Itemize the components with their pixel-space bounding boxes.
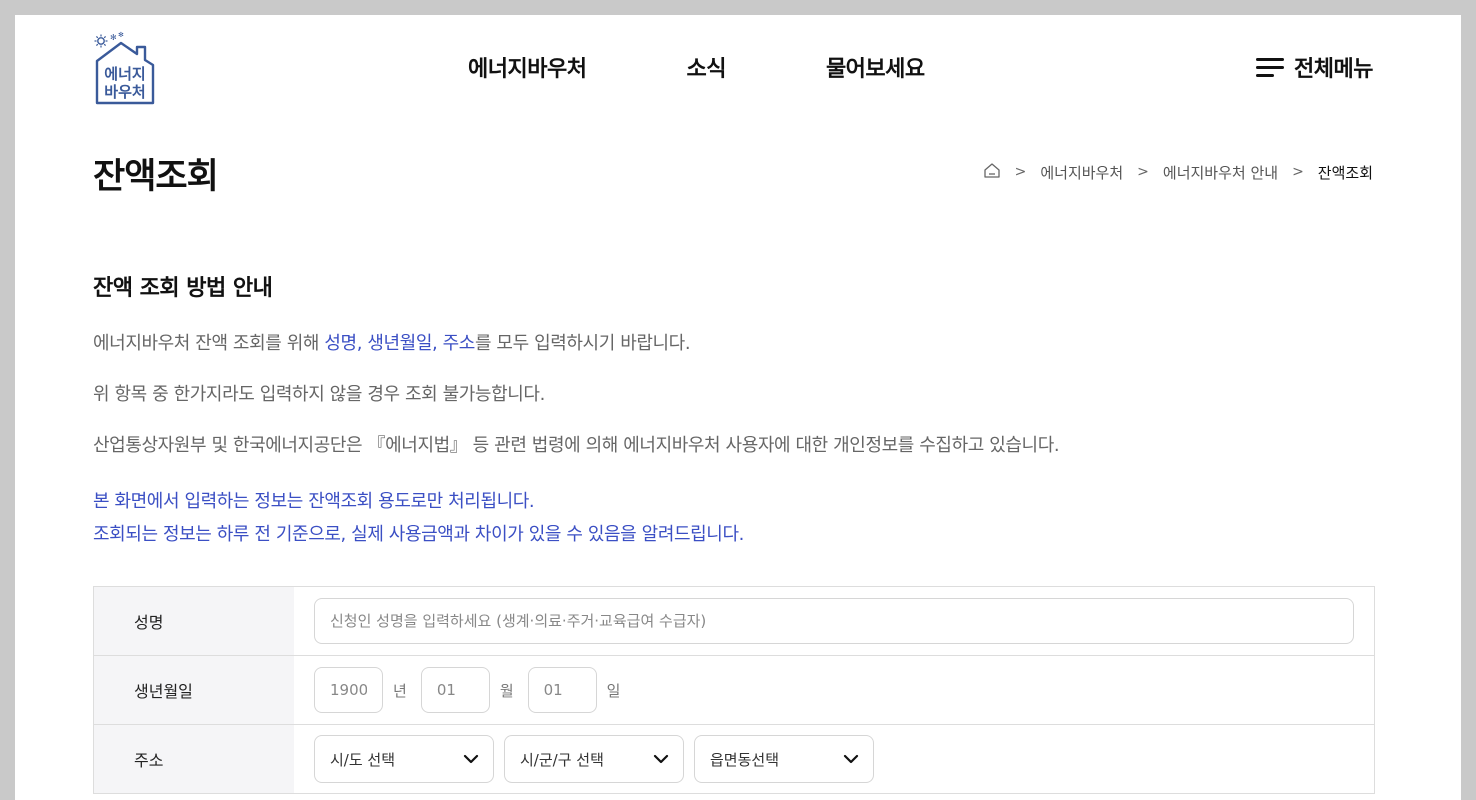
form-row-address: 주소 시/도 선택 시/군/구 선택 읍면동선택: [94, 725, 1374, 794]
svg-text:✻: ✻: [118, 31, 124, 39]
breadcrumb: > 에너지바우처 > 에너지바우처 안내 > 잔액조회: [983, 161, 1373, 183]
sido-select-value: 시/도 선택: [330, 750, 396, 769]
header: ✻ ✻ 에너지 바우처 에너지바우처 소식 물어보세요 전체메뉴: [93, 15, 1373, 125]
birth-label: 생년월일: [94, 656, 294, 724]
chevron-down-icon: [843, 754, 859, 764]
guide-paragraph-1: 에너지바우처 잔액 조회를 위해 성명, 생년월일, 주소를 모두 입력하시기 …: [93, 333, 691, 354]
birth-month-input[interactable]: [420, 667, 490, 713]
sigungu-select-value: 시/군/구 선택: [520, 750, 604, 769]
chevron-right-icon: >: [1014, 164, 1027, 180]
main-nav: 에너지바우처 소식 물어보세요: [468, 51, 925, 83]
year-unit: 년: [393, 681, 407, 700]
nav-news[interactable]: 소식: [686, 51, 726, 83]
chevron-down-icon: [653, 754, 669, 764]
all-menu-label: 전체메뉴: [1294, 57, 1373, 82]
breadcrumb-item-current: 잔액조회: [1317, 163, 1373, 182]
birth-day-input[interactable]: [527, 667, 597, 713]
guide-heading: 잔액 조회 방법 안내: [93, 276, 273, 301]
logo-text-line1: 에너지: [104, 65, 145, 83]
day-unit: 일: [606, 681, 621, 700]
name-label: 성명: [94, 587, 294, 655]
breadcrumb-item-voucher[interactable]: 에너지바우처: [1040, 162, 1123, 183]
eupmyeondong-select-value: 읍면동선택: [710, 750, 780, 769]
hamburger-icon: [1256, 57, 1285, 77]
balance-form: 성명 생년월일 년 월 일 주소 시/도 선택: [93, 586, 1375, 794]
sigungu-select[interactable]: 시/군/구 선택: [504, 735, 684, 783]
chevron-right-icon: >: [1137, 164, 1149, 180]
nav-energy-voucher[interactable]: 에너지바우처: [468, 51, 587, 83]
all-menu-button[interactable]: 전체메뉴: [1256, 51, 1373, 83]
logo-house-icon: ✻ ✻ 에너지 바우처: [94, 31, 155, 105]
name-input[interactable]: [314, 598, 1354, 644]
guide-notice: 본 화면에서 입력하는 정보는 잔액조회 용도로만 처리됩니다. 조회되는 정보는…: [93, 491, 744, 545]
form-row-birth: 생년월일 년 월 일: [94, 656, 1374, 725]
title-row: 잔액조회 > 에너지바우처 > 에너지바우처 안내 > 잔액조회: [93, 145, 1373, 205]
guide-paragraph-3: 산업통상자원부 및 한국에너지공단은 『에너지법』 등 관련 법령에 의해 에너…: [93, 435, 1060, 456]
home-icon[interactable]: [983, 161, 1001, 183]
nav-qna[interactable]: 물어보세요: [826, 51, 925, 83]
birth-year-input[interactable]: [314, 667, 383, 713]
svg-text:✻: ✻: [110, 33, 117, 42]
required-fields-highlight: 성명, 생년월일, 주소: [324, 333, 475, 354]
form-row-name: 성명: [94, 587, 1374, 656]
guide-section: 잔액 조회 방법 안내 에너지바우처 잔액 조회를 위해 성명, 생년월일, 주…: [93, 270, 1373, 551]
page-title: 잔액조회: [93, 157, 219, 197]
address-label: 주소: [94, 725, 294, 793]
chevron-right-icon: >: [1292, 164, 1304, 180]
logo-text-line2: 바우처: [104, 83, 145, 101]
month-unit: 월: [499, 681, 514, 700]
logo[interactable]: ✻ ✻ 에너지 바우처: [93, 27, 157, 107]
breadcrumb-item-guide[interactable]: 에너지바우처 안내: [1163, 162, 1278, 183]
chevron-down-icon: [463, 754, 479, 764]
sido-select[interactable]: 시/도 선택: [314, 735, 494, 783]
guide-paragraph-2: 위 항목 중 한가지라도 입력하지 않을 경우 조회 불가능합니다.: [93, 384, 545, 405]
eupmyeondong-select[interactable]: 읍면동선택: [694, 735, 874, 783]
page-frame: ✻ ✻ 에너지 바우처 에너지바우처 소식 물어보세요 전체메뉴 잔액조회 > …: [15, 15, 1461, 800]
